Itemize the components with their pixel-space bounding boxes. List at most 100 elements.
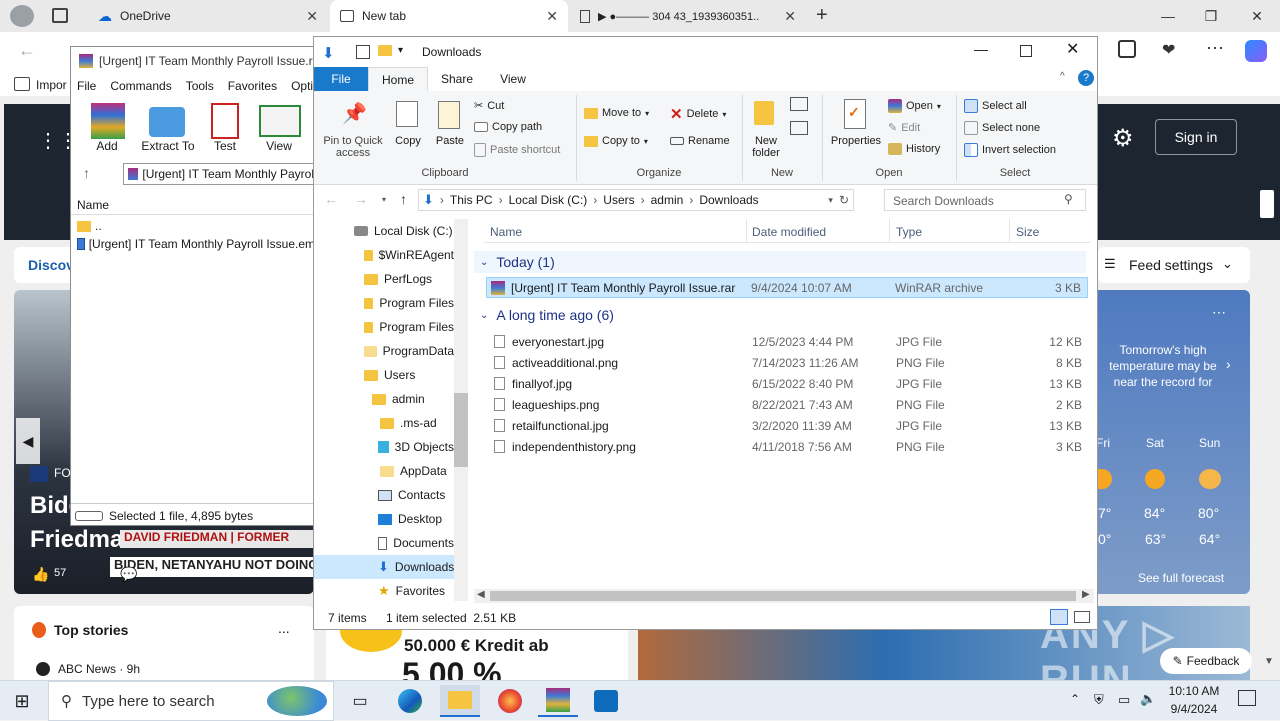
taskbar-search-input[interactable]: ⚲ Type here to search (48, 681, 334, 721)
feedback-button[interactable]: ✎ Feedback (1160, 648, 1252, 674)
maximize-icon[interactable] (1020, 45, 1032, 57)
up-arrow-icon[interactable]: ↑ (83, 165, 90, 181)
up-icon[interactable]: ↑ (400, 191, 407, 207)
nav-winreagent[interactable]: $WinREAgent (314, 243, 454, 267)
close-window-icon[interactable]: ✕ (1234, 0, 1280, 32)
menu-file[interactable]: File (77, 79, 96, 93)
scroll-left-icon[interactable]: ◀ (477, 589, 485, 600)
folder-qa-icon[interactable] (378, 45, 392, 59)
nav-admin[interactable]: admin (314, 387, 454, 411)
nav-perflogs[interactable]: PerfLogs (314, 267, 454, 291)
search-input[interactable]: Search Downloads (884, 189, 1086, 211)
profile-avatar[interactable] (10, 5, 34, 27)
outlook-icon[interactable] (586, 685, 626, 717)
nav-local-disk[interactable]: Local Disk (C:) (314, 219, 454, 243)
new-tab-plus-icon[interactable]: + (816, 4, 828, 27)
discover-label[interactable]: Discov (28, 257, 74, 273)
group-header-today[interactable]: ⌄ Today (1) (474, 251, 1086, 273)
file-row[interactable]: retailfunctional.jpg 3/2/2020 11:39 AM JPG… (484, 415, 1086, 436)
clock-time[interactable]: 10:10 AM (1162, 684, 1226, 698)
forward-icon[interactable]: → (354, 191, 368, 207)
collapse-ribbon-icon[interactable]: ^ (1060, 71, 1065, 82)
nav-programdata[interactable]: ProgramData (314, 339, 454, 363)
h-scrollbar-thumb[interactable] (490, 591, 1076, 601)
file-row[interactable]: leagueships.png 8/22/2021 7:43 AM PNG File… (484, 394, 1086, 415)
easy-access-icon[interactable] (790, 121, 808, 135)
network-icon[interactable]: ▭ (1118, 692, 1130, 708)
menu-tools[interactable]: Tools (186, 79, 214, 93)
nav-contacts[interactable]: Contacts (314, 483, 454, 507)
open-button[interactable]: Open ▾ (888, 99, 941, 113)
menu-commands[interactable]: Commands (110, 79, 171, 93)
nav-3d-objects[interactable]: 3D Objects (314, 435, 454, 459)
history-button[interactable]: History (888, 143, 940, 155)
tab-share[interactable]: Share (430, 67, 484, 91)
nav-program-files[interactable]: Program Files (314, 291, 454, 315)
nav-favorites[interactable]: ★ Favorites (314, 579, 454, 603)
nav-ms-ad[interactable]: .ms-ad (314, 411, 454, 435)
nav-scrollbar-thumb[interactable] (454, 393, 468, 467)
settings-gear-icon[interactable]: ⚙ (1112, 124, 1134, 153)
details-view-icon[interactable] (1050, 609, 1068, 625)
copy-path-button[interactable]: Copy path (474, 121, 542, 133)
weather-alert[interactable]: Tomorrow's high temperature may be near … (1100, 342, 1226, 390)
task-view-icon[interactable]: ▭ (340, 685, 380, 717)
scrollbar-down-icon[interactable]: ▼ (1264, 656, 1274, 667)
select-all-button[interactable]: Select all (964, 99, 1027, 113)
crumb-local-disk[interactable]: Local Disk (C:) (509, 193, 588, 207)
crumb-downloads[interactable]: Downloads (699, 193, 758, 207)
nav-documents[interactable]: Documents (314, 531, 454, 555)
comment-icon[interactable]: 💬 (120, 566, 137, 583)
properties-button[interactable]: Properties (828, 135, 884, 147)
refresh-icon[interactable]: ↻ (839, 193, 853, 207)
carousel-prev-icon[interactable]: ◀ (16, 418, 40, 464)
winrar-taskbar-icon[interactable] (538, 685, 578, 717)
tab-file[interactable]: File (314, 67, 368, 91)
paste-shortcut-button[interactable]: Paste shortcut (474, 143, 560, 157)
sign-in-button[interactable]: Sign in (1155, 119, 1237, 155)
file-row-selected[interactable]: [Urgent] IT Team Monthly Payroll Issue.r… (486, 277, 1088, 298)
nav-users[interactable]: Users (314, 363, 454, 387)
tab-newtab[interactable]: New tab ✕ (330, 0, 568, 32)
file-row[interactable]: activeadditional.png 7/14/2023 11:26 AM PN… (484, 352, 1086, 373)
notifications-icon[interactable] (1238, 690, 1256, 706)
clock-date[interactable]: 9/4/2024 (1162, 702, 1226, 716)
start-windows-icon[interactable]: ⊞ (2, 685, 42, 717)
crumb-this-pc[interactable]: This PC (450, 193, 493, 207)
pin-quick-access-button[interactable]: Pin to Quick access (318, 135, 388, 159)
col-name-header[interactable]: Name (71, 193, 315, 215)
col-name[interactable]: Name (490, 225, 522, 239)
path-field[interactable]: [Urgent] IT Team Monthly Payrol (123, 163, 315, 185)
tab-view[interactable]: View (486, 67, 540, 91)
new-folder-button[interactable]: New folder (746, 135, 786, 159)
scrollbar-up[interactable] (1260, 190, 1274, 218)
defender-icon[interactable]: ⛨ (1094, 692, 1104, 708)
file-row[interactable]: independenthistory.png 4/11/2018 7:56 AM P… (484, 436, 1086, 457)
test-button[interactable]: Test (203, 139, 247, 153)
paste-button[interactable]: Paste (432, 135, 468, 147)
chevron-up-icon[interactable]: ⌃ (1070, 692, 1080, 706)
firefox-icon[interactable] (490, 685, 530, 717)
col-type[interactable]: Type (896, 225, 922, 239)
edge-icon[interactable] (390, 685, 430, 717)
close-tab-icon[interactable]: ✕ (546, 8, 558, 25)
scroll-right-icon[interactable]: ▶ (1082, 589, 1090, 600)
close-tab-icon[interactable]: ✕ (784, 8, 796, 25)
top-stories-more-icon[interactable]: ... (278, 620, 290, 636)
see-forecast-link[interactable]: See full forecast (1138, 571, 1224, 585)
copilot-icon[interactable] (1245, 40, 1267, 62)
crumb-admin[interactable]: admin (651, 193, 684, 207)
large-icons-view-icon[interactable] (1074, 611, 1090, 623)
weather-card[interactable] (1098, 290, 1250, 594)
nav-downloads[interactable]: ⬇ Downloads (314, 555, 468, 579)
group-header-old[interactable]: ⌄ A long time ago (6) (474, 304, 1086, 326)
copy-button[interactable]: Copy (390, 135, 426, 147)
close-icon[interactable]: ✕ (1066, 39, 1079, 59)
add-button[interactable]: Add (85, 139, 129, 153)
like-icon[interactable]: 👍 (32, 566, 49, 583)
nav-appdata[interactable]: AppData (314, 459, 454, 483)
crumb-users[interactable]: Users (603, 193, 634, 207)
help-icon[interactable]: ? (1078, 70, 1094, 86)
extract-to-button[interactable]: Extract To (137, 139, 199, 153)
chevron-right-icon[interactable]: › (1226, 356, 1231, 372)
